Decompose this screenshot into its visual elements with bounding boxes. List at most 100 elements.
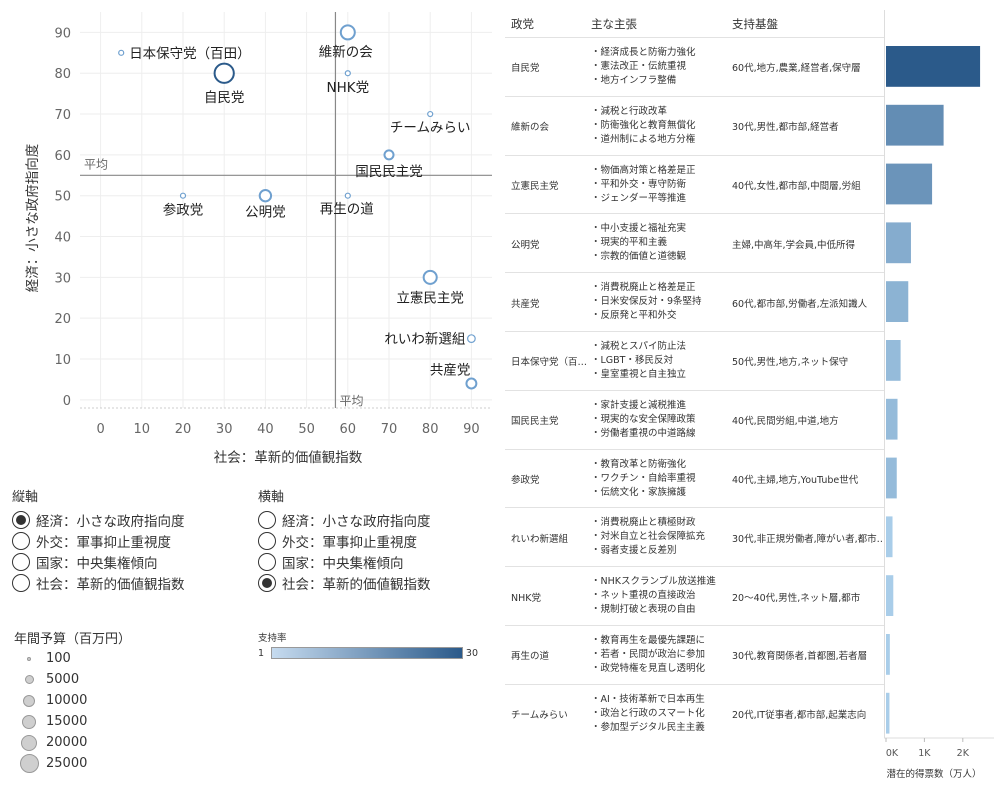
scatter-point[interactable] bbox=[465, 377, 478, 390]
point-label: 再生の道 bbox=[320, 202, 374, 218]
policy-item: ・NHKスクランブル放送推進 bbox=[591, 576, 716, 588]
scatter-point[interactable] bbox=[422, 269, 438, 285]
radio-option[interactable]: 外交：軍事抑止重視度 bbox=[12, 530, 185, 551]
policy-item: ・皇室重視と自主独立 bbox=[591, 369, 687, 380]
bar[interactable] bbox=[886, 163, 933, 205]
support-base: 40代,民間労組,中道,地方 bbox=[732, 416, 839, 428]
policy-item: ・政党特権を見直し透明化 bbox=[591, 663, 706, 674]
radio-unchecked-icon[interactable] bbox=[12, 552, 30, 571]
scatter-point[interactable] bbox=[258, 189, 273, 203]
party-name: 自民党 bbox=[511, 63, 540, 75]
party-policies: ・減税と行政改革・防衛強化と教育無償化 ・道州制による地方分権 bbox=[591, 105, 696, 147]
policy-item: ・規制打破と表現の自由 bbox=[591, 604, 696, 616]
radio-option-label: 国家：中央集権傾向 bbox=[36, 555, 158, 572]
radio-option[interactable]: 国家：中央集権傾向 bbox=[258, 551, 431, 572]
table-row: 共産党 ・消費税廃止と格差是正 ・日米安保反対・9条堅持 ・反原発と平和外交 60代,都… bbox=[505, 272, 885, 332]
header-policies: 主な主張 bbox=[591, 17, 637, 31]
size-legend-item: 10000 bbox=[14, 690, 131, 711]
radio-unchecked-icon[interactable] bbox=[258, 531, 276, 550]
bar[interactable] bbox=[886, 222, 911, 264]
x-axis-label: 社会：革新的価値観指数 bbox=[214, 449, 363, 466]
radio-unchecked-icon[interactable] bbox=[258, 552, 276, 571]
y-tick-label: 70 bbox=[54, 108, 71, 123]
table-row: れいわ新選組 ・消費税廃止と積極財政 ・対米自立と社会保障拡充 ・弱者支援と反差別 30… bbox=[505, 507, 885, 567]
radio-option-label: 経済：小さな政府指向度 bbox=[282, 513, 431, 530]
policy-item: ・平和外交・専守防衛 bbox=[591, 178, 687, 190]
scatter-point[interactable] bbox=[339, 24, 356, 41]
scatter-point[interactable] bbox=[213, 62, 235, 84]
y-tick-label: 50 bbox=[54, 190, 71, 205]
scatter-point[interactable] bbox=[383, 149, 395, 161]
bar[interactable] bbox=[886, 340, 901, 381]
size-circle-icon bbox=[27, 656, 31, 661]
x-tick-label: 90 bbox=[463, 422, 480, 437]
radio-option-label: 社会：革新的価値観指数 bbox=[282, 576, 431, 593]
bar[interactable] bbox=[886, 634, 890, 675]
bar[interactable] bbox=[886, 457, 897, 499]
policy-item: ・減税とスパイ防止法 bbox=[591, 341, 687, 352]
party-policies: ・教育改革と防衛強化 ・ワクチン・自給率重視 ・伝統文化・家族擁護 bbox=[591, 458, 696, 500]
radio-option[interactable]: 社会：革新的価値観指数 bbox=[258, 572, 431, 593]
scatter-point[interactable] bbox=[427, 110, 434, 118]
size-legend-item: 15000 bbox=[14, 711, 131, 732]
horizontal-axis-legend: 横軸 経済：小さな政府指向度 外交：軍事抑止重視度 国家：中央集権傾向 社会：革新的価… bbox=[258, 486, 431, 593]
radio-checked-icon[interactable] bbox=[12, 510, 30, 529]
x-tick-label: 30 bbox=[216, 422, 233, 437]
policy-item: ・現実的平和主義 bbox=[591, 237, 668, 249]
scatter-point[interactable] bbox=[179, 192, 187, 199]
bar[interactable] bbox=[886, 575, 894, 616]
table-row: 日本保守党（百… ・減税とスパイ防止法 ・LGBT・移民反対 ・皇室重視と自主独立 50… bbox=[505, 331, 885, 391]
vertical-axis-legend-title: 縦軸 bbox=[12, 490, 39, 505]
radio-checked-icon[interactable] bbox=[258, 573, 276, 592]
support-base: 20～40代,男性,ネット層,都市 bbox=[732, 592, 861, 604]
radio-unchecked-icon[interactable] bbox=[12, 573, 30, 592]
support-base: 40代,女性,都市部,中間層,労組 bbox=[732, 180, 861, 192]
point-label: 参政党 bbox=[163, 202, 204, 219]
support-base: 30代,男性,都市部,経営者 bbox=[732, 122, 839, 134]
support-rate-legend: 支持率 1 30 bbox=[258, 630, 478, 659]
table-row: 維新の会 ・減税と行政改革 ・防衛強化と教育無償化 ・道州制による地方分権 30代,男性… bbox=[505, 95, 885, 156]
point-label: 立憲民主党 bbox=[396, 290, 464, 306]
radio-option-label: 社会：革新的価値観指数 bbox=[36, 576, 185, 593]
table-row: NHK党 ・NHKスクランブル放送推進 ・ネット重視の直接政治 ・規制打破と表現の自由… bbox=[505, 566, 885, 626]
policy-item: ・道州制による地方分権 bbox=[591, 133, 696, 145]
policy-item: ・減税と行政改革 bbox=[591, 105, 668, 117]
bar[interactable] bbox=[886, 46, 981, 87]
scatter-point[interactable] bbox=[118, 49, 125, 56]
table-row: 国民民主党 ・家計支援と減税推進 ・現実的な安全保障政策 ・労働者重視の中道路線 40代… bbox=[505, 389, 885, 450]
radio-option[interactable]: 社会：革新的価値観指数 bbox=[12, 572, 185, 593]
point-label: 公明党 bbox=[245, 205, 286, 221]
bar[interactable] bbox=[886, 398, 898, 440]
x-tick-label: 20 bbox=[175, 422, 192, 437]
budget-size-legend-title: 年間予算（百万円） bbox=[14, 632, 132, 647]
radio-unchecked-icon[interactable] bbox=[12, 531, 30, 550]
bar[interactable] bbox=[886, 692, 890, 734]
radio-option[interactable]: 国家：中央集権傾向 bbox=[12, 551, 185, 572]
support-base: 主婦,中高年,学会員,中低所得 bbox=[732, 239, 856, 251]
radio-option[interactable]: 経済：小さな政府指向度 bbox=[12, 509, 185, 530]
party-policies: ・家計支援と減税推進 ・現実的な安全保障政策 ・労働者重視の中道路線 bbox=[591, 399, 696, 441]
scatter-point[interactable] bbox=[467, 334, 476, 343]
scatter-point[interactable] bbox=[344, 70, 351, 77]
radio-option[interactable]: 外交：軍事抑止重視度 bbox=[258, 530, 431, 551]
radio-option-label: 経済：小さな政府指向度 bbox=[36, 513, 185, 530]
budget-size-items: 100 5000 10000 15000 20000 25000 bbox=[14, 648, 131, 774]
bar[interactable] bbox=[886, 104, 944, 146]
scatter-point[interactable] bbox=[344, 192, 351, 199]
policy-item: ・防衛強化と教育無償化 bbox=[591, 119, 696, 131]
party-policies: ・消費税廃止と積極財政 ・対米自立と社会保障拡充 ・弱者支援と反差別 bbox=[591, 516, 705, 558]
point-labels: 日本保守党（百田） 維新の会自民党 NHK党チームみらい国民民主党参政党 公明党 再生の… bbox=[129, 44, 470, 378]
radio-option[interactable]: 経済：小さな政府指向度 bbox=[258, 509, 431, 530]
radio-unchecked-icon[interactable] bbox=[258, 510, 276, 529]
y-axis-label: 経済：小さな政府指向度 bbox=[25, 144, 41, 293]
bar[interactable] bbox=[886, 281, 909, 322]
table-row: 参政党 ・教育改革と防衛強化 ・ワクチン・自給率重視 ・伝統文化・家族擁護 40代,主婦… bbox=[505, 448, 885, 509]
header-support-base: 支持基盤 bbox=[732, 17, 778, 31]
table-row: チームみらい ・AI・技術革新で日本再生 ・政治と行政のスマート化 ・参加型デジタル民… bbox=[505, 683, 885, 744]
size-legend-label: 15000 bbox=[46, 714, 88, 729]
table-row: 立憲民主党 ・物価高対策と格差是正 ・平和外交・専守防衛 ・ジェンダー平等推進 40代,… bbox=[505, 154, 885, 215]
party-name: れいわ新選組 bbox=[511, 533, 569, 545]
radio-option-label: 国家：中央集権傾向 bbox=[282, 555, 404, 572]
point-label: れいわ新選組 bbox=[384, 332, 465, 348]
bar[interactable] bbox=[886, 516, 893, 558]
